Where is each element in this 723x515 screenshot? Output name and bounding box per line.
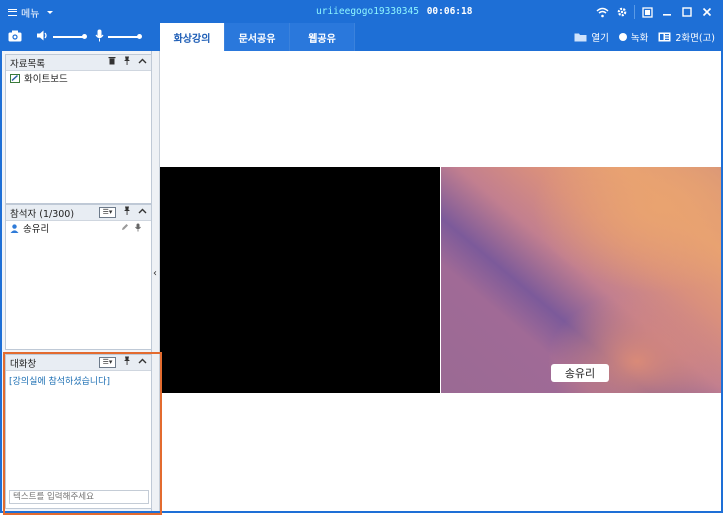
main-content: 송유리 bbox=[160, 51, 721, 511]
list-item[interactable]: 화이트보드 bbox=[6, 71, 151, 85]
session-timer: 00:06:18 bbox=[426, 6, 473, 17]
title-bar: 메뉴 uriieegogo19330345 00:06:18 bbox=[2, 2, 721, 23]
participant-row[interactable]: 송유리 bbox=[6, 221, 151, 235]
app-window: 메뉴 uriieegogo19330345 00:06:18 화상강의 문서공유… bbox=[0, 0, 723, 515]
trash-icon[interactable] bbox=[108, 56, 116, 68]
materials-title: 자료목록 bbox=[10, 58, 45, 70]
gear-icon[interactable] bbox=[614, 4, 630, 20]
tab-document-share[interactable]: 문서공유 bbox=[225, 23, 290, 51]
microphone-icon[interactable] bbox=[95, 29, 104, 45]
open-button[interactable]: 열기 bbox=[574, 30, 609, 44]
media-controls bbox=[8, 29, 144, 45]
camera-icon[interactable] bbox=[8, 30, 22, 45]
participants-panel: 참석자 (1/300) ☰▾ 송유리 bbox=[5, 204, 152, 350]
minimize-icon[interactable] bbox=[659, 4, 675, 20]
screen-layout-button[interactable]: 2화면(고) bbox=[658, 30, 715, 44]
session-user-id: uriieegogo19330345 bbox=[316, 6, 419, 17]
speaker-icon[interactable] bbox=[36, 30, 49, 44]
fullscreen-icon[interactable] bbox=[639, 4, 655, 20]
pencil-icon[interactable] bbox=[121, 223, 129, 235]
pin-icon[interactable] bbox=[123, 56, 131, 68]
materials-panel: 자료목록 화이트보드 bbox=[5, 54, 152, 204]
wifi-icon bbox=[594, 4, 610, 20]
slider-knob[interactable] bbox=[82, 34, 87, 39]
divider bbox=[634, 5, 635, 19]
menu-label: 메뉴 bbox=[21, 9, 40, 20]
menu-button[interactable]: 메뉴 bbox=[8, 5, 54, 20]
video-feed-participant: 송유리 bbox=[441, 167, 721, 393]
maximize-icon[interactable] bbox=[679, 4, 695, 20]
video-feed-empty bbox=[160, 167, 440, 393]
record-button[interactable]: 녹화 bbox=[618, 30, 649, 44]
window-controls bbox=[594, 4, 715, 20]
record-label: 녹화 bbox=[630, 33, 649, 44]
mic-volume-slider[interactable] bbox=[108, 34, 142, 39]
hamburger-icon bbox=[8, 9, 17, 16]
record-icon bbox=[618, 33, 627, 41]
tab-bar: 화상강의 문서공유 웹공유 bbox=[160, 23, 355, 51]
list-item-label: 화이트보드 bbox=[24, 74, 68, 85]
close-icon[interactable] bbox=[699, 4, 715, 20]
slider-knob[interactable] bbox=[137, 34, 142, 39]
tab-video-lecture[interactable]: 화상강의 bbox=[160, 23, 225, 51]
list-options-icon[interactable]: ☰▾ bbox=[99, 206, 116, 218]
tab-web-share[interactable]: 웹공유 bbox=[290, 23, 355, 51]
participant-name: 송유리 bbox=[23, 224, 50, 235]
pin-icon[interactable] bbox=[123, 206, 131, 218]
chevron-left-icon[interactable]: ‹ bbox=[153, 268, 157, 279]
screen-layout-label: 2화면(고) bbox=[675, 33, 715, 44]
speaker-volume-slider[interactable] bbox=[53, 34, 87, 39]
video-name-tag: 송유리 bbox=[551, 364, 609, 382]
collapse-icon[interactable] bbox=[138, 57, 147, 67]
collapse-icon[interactable] bbox=[138, 207, 147, 217]
caret-down-icon bbox=[47, 11, 54, 14]
microphone-icon[interactable] bbox=[135, 223, 141, 235]
open-label: 열기 bbox=[591, 33, 609, 44]
whiteboard-icon bbox=[10, 73, 20, 83]
folder-icon bbox=[574, 33, 587, 42]
materials-header: 자료목록 bbox=[6, 55, 151, 71]
toolbar: 화상강의 문서공유 웹공유 열기 녹화 2화면(고) bbox=[2, 23, 721, 51]
participants-header: 참석자 (1/300) ☰▾ bbox=[6, 205, 151, 221]
layout-icon bbox=[658, 32, 671, 42]
session-info: uriieegogo19330345 00:06:18 bbox=[316, 6, 472, 17]
participants-title: 참석자 (1/300) bbox=[10, 208, 75, 220]
chat-panel-highlight bbox=[3, 352, 162, 515]
right-tools: 열기 녹화 2화면(고) bbox=[574, 29, 715, 45]
user-icon bbox=[10, 223, 19, 233]
